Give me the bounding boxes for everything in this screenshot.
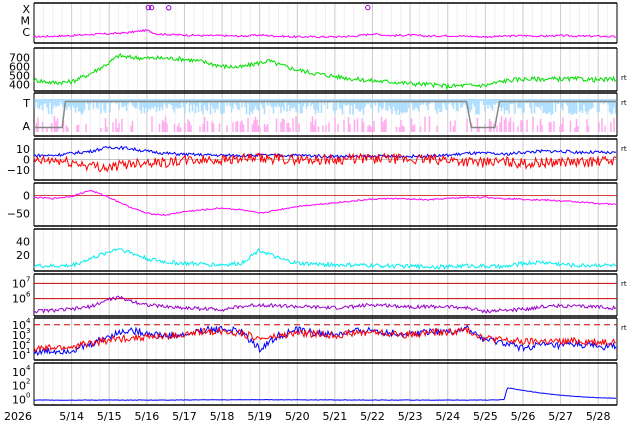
y-tick-label: −50 (7, 207, 30, 220)
x-tick-label: 5/24 (435, 410, 460, 423)
x-tick-label: 5/15 (97, 410, 122, 423)
y-tick-text: 400 (9, 78, 30, 91)
y-tick-label: 10 1 (12, 347, 30, 362)
y-tick-label: 10 4 (12, 364, 31, 379)
y-tick-label: 10 0 (12, 391, 30, 406)
panel-dst: 0−50 (7, 182, 618, 227)
panel-imf-direction: TA (22, 92, 618, 137)
x-tick-label: 5/23 (398, 410, 423, 423)
x-tick-label: 5/19 (247, 410, 272, 423)
x-axis: 2026 5/14 5/15 5/16 5/17 5/18 5/19 5/20 5/21 5/2… (4, 410, 611, 423)
y-tick-exponent: 2 (26, 378, 30, 386)
y-tick-exponent: 6 (26, 291, 31, 299)
panel-imf-bz-bt: 100−10 (7, 138, 618, 181)
y-tick-exponent: 4 (26, 364, 31, 372)
panel-xray-class: XMC (21, 2, 618, 44)
right-marker: rt (621, 145, 627, 153)
y-tick-base: 10 (12, 293, 26, 306)
panel-proton-flux: 10 410 310 210 1 (12, 317, 618, 362)
x-tick-label: 5/17 (172, 410, 197, 423)
y-tick-label: 20 (16, 249, 30, 262)
y-tick-text: T (22, 97, 30, 110)
right-marker: rt (621, 280, 627, 288)
year-label: 2026 (4, 410, 32, 423)
y-tick-exponent: 1 (26, 347, 30, 355)
y-tick-base: 10 (12, 380, 26, 393)
flare-marker (166, 5, 172, 11)
x-tick-label: 5/20 (285, 410, 310, 423)
panel-electron-flux: 10 710 6 (12, 273, 618, 317)
x-tick-label: 5/18 (210, 410, 235, 423)
y-tick-exponent: 4 (26, 317, 31, 325)
panel-high-energy-proton: 10 410 210 0 (12, 362, 618, 406)
y-tick-label: C (22, 26, 30, 39)
y-tick-text: −10 (7, 164, 30, 177)
x-tick-label: 5/25 (473, 410, 498, 423)
flare-marker (148, 4, 155, 11)
y-tick-base: 10 (12, 277, 26, 290)
space-weather-chart: XMC700600500400TA100−100−50402010 710 610 4… (4, 2, 627, 423)
y-tick-text: −50 (7, 207, 30, 220)
right-marker: rt (621, 74, 627, 82)
y-tick-text: 20 (16, 249, 30, 262)
x-tick-label: 5/22 (360, 410, 385, 423)
y-tick-label: 10 6 (12, 291, 31, 306)
y-tick-text: 40 (16, 235, 30, 248)
y-tick-exponent: 7 (26, 275, 30, 283)
y-tick-label: A (22, 120, 30, 133)
y-tick-exponent: 2 (26, 337, 30, 345)
x-tick-label: 5/21 (323, 410, 348, 423)
y-tick-base: 10 (12, 349, 26, 362)
x-tick-label: 5/16 (134, 410, 159, 423)
y-tick-base: 10 (12, 366, 26, 379)
flare-marker (365, 4, 371, 11)
y-tick-text: C (22, 26, 30, 39)
y-tick-base: 10 (12, 393, 26, 406)
y-tick-text: A (22, 120, 30, 133)
right-marker: rt (621, 99, 627, 107)
x-tick-label: 5/27 (548, 410, 573, 423)
y-tick-label: 10 2 (12, 378, 30, 393)
right-marker: rt (621, 324, 627, 332)
y-tick-label: 10 7 (12, 275, 30, 290)
y-tick-label: −10 (7, 164, 30, 177)
x-tick-label: 5/14 (59, 410, 84, 423)
y-tick-text: 0 (23, 190, 30, 203)
y-tick-label: 0 (23, 190, 30, 203)
x-tick-label: 5/28 (586, 410, 611, 423)
y-tick-exponent: 3 (26, 327, 30, 335)
y-tick-label: 40 (16, 235, 30, 248)
y-tick-label: T (22, 97, 30, 110)
y-tick-label: 400 (9, 78, 30, 91)
x-tick-label: 5/26 (511, 410, 536, 423)
y-tick-exponent: 0 (26, 391, 30, 399)
